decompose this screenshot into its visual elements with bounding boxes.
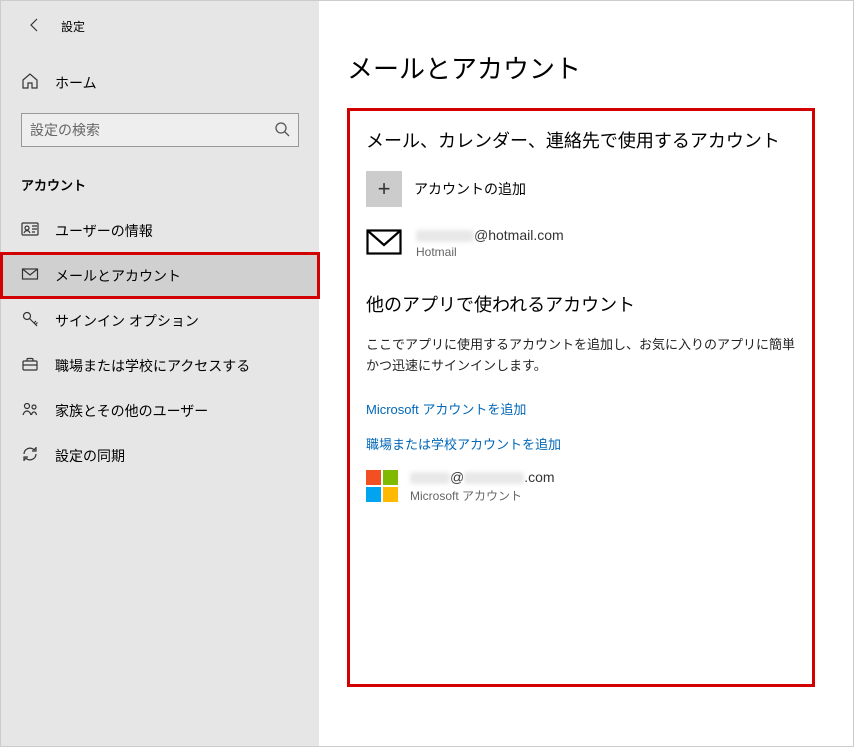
nav-item-email-accounts[interactable]: メールとアカウント xyxy=(1,253,319,298)
account-email: @.com xyxy=(410,469,555,485)
account-type: Hotmail xyxy=(416,245,564,259)
nav-list: ユーザーの情報 メールとアカウント サインイン オプション 職場または学校にアク… xyxy=(1,202,319,478)
nav-home-label: ホーム xyxy=(55,73,97,93)
nav-item-label: 設定の同期 xyxy=(55,446,125,466)
nav-item-sync-settings[interactable]: 設定の同期 xyxy=(1,433,319,478)
home-icon xyxy=(21,72,39,93)
nav-item-label: ユーザーの情報 xyxy=(55,221,153,241)
account-item-microsoft[interactable]: @.com Microsoft アカウント xyxy=(366,469,796,504)
search-icon xyxy=(274,121,290,140)
nav-item-work-school[interactable]: 職場または学校にアクセスする xyxy=(1,343,319,388)
nav-item-label: 職場または学校にアクセスする xyxy=(55,356,250,376)
link-add-ms-account[interactable]: Microsoft アカウントを追加 xyxy=(366,399,796,418)
sidebar: 設定 ホーム アカウント ユーザーの情報 xyxy=(1,1,319,746)
search-box[interactable] xyxy=(21,113,299,147)
nav-item-label: サインイン オプション xyxy=(55,311,199,331)
user-card-icon xyxy=(21,220,39,241)
nav-item-label: メールとアカウント xyxy=(55,266,181,286)
nav-item-label: 家族とその他のユーザー xyxy=(55,401,208,421)
plus-icon: + xyxy=(366,171,402,207)
window-title: 設定 xyxy=(61,18,85,35)
link-add-work-account[interactable]: 職場または学校アカウントを追加 xyxy=(366,434,796,453)
nav-item-signin-options[interactable]: サインイン オプション xyxy=(1,298,319,343)
key-icon xyxy=(21,310,39,331)
nav-item-family-users[interactable]: 家族とその他のユーザー xyxy=(1,388,319,433)
page-title: メールとアカウント xyxy=(347,49,815,86)
add-account-button[interactable]: + アカウントの追加 xyxy=(366,171,796,207)
section-heading-mail-accounts: メール、カレンダー、連絡先で使用するアカウント xyxy=(366,127,796,153)
main-panel: メールとアカウント メール、カレンダー、連絡先で使用するアカウント + アカウン… xyxy=(319,1,853,746)
microsoft-logo-icon xyxy=(366,470,398,502)
add-account-label: アカウントの追加 xyxy=(414,179,526,199)
mail-icon xyxy=(21,265,39,286)
back-arrow-icon[interactable] xyxy=(27,17,43,36)
envelope-icon xyxy=(366,229,402,258)
account-type: Microsoft アカウント xyxy=(410,487,555,504)
search-input[interactable] xyxy=(30,122,274,138)
section-label: アカウント xyxy=(1,155,319,202)
account-email: @hotmail.com xyxy=(416,227,564,243)
sync-icon xyxy=(21,445,39,466)
nav-home[interactable]: ホーム xyxy=(1,60,319,105)
section-heading-other-apps: 他のアプリで使われるアカウント xyxy=(366,291,796,317)
highlight-frame: メール、カレンダー、連絡先で使用するアカウント + アカウントの追加 @hotm… xyxy=(347,108,815,687)
account-item-hotmail[interactable]: @hotmail.com Hotmail xyxy=(366,227,796,259)
nav-item-user-info[interactable]: ユーザーの情報 xyxy=(1,208,319,253)
section-description: ここでアプリに使用するアカウントを追加し、お気に入りのアプリに簡単かつ迅速にサイ… xyxy=(366,335,796,377)
briefcase-icon xyxy=(21,355,39,376)
people-icon xyxy=(21,400,39,421)
